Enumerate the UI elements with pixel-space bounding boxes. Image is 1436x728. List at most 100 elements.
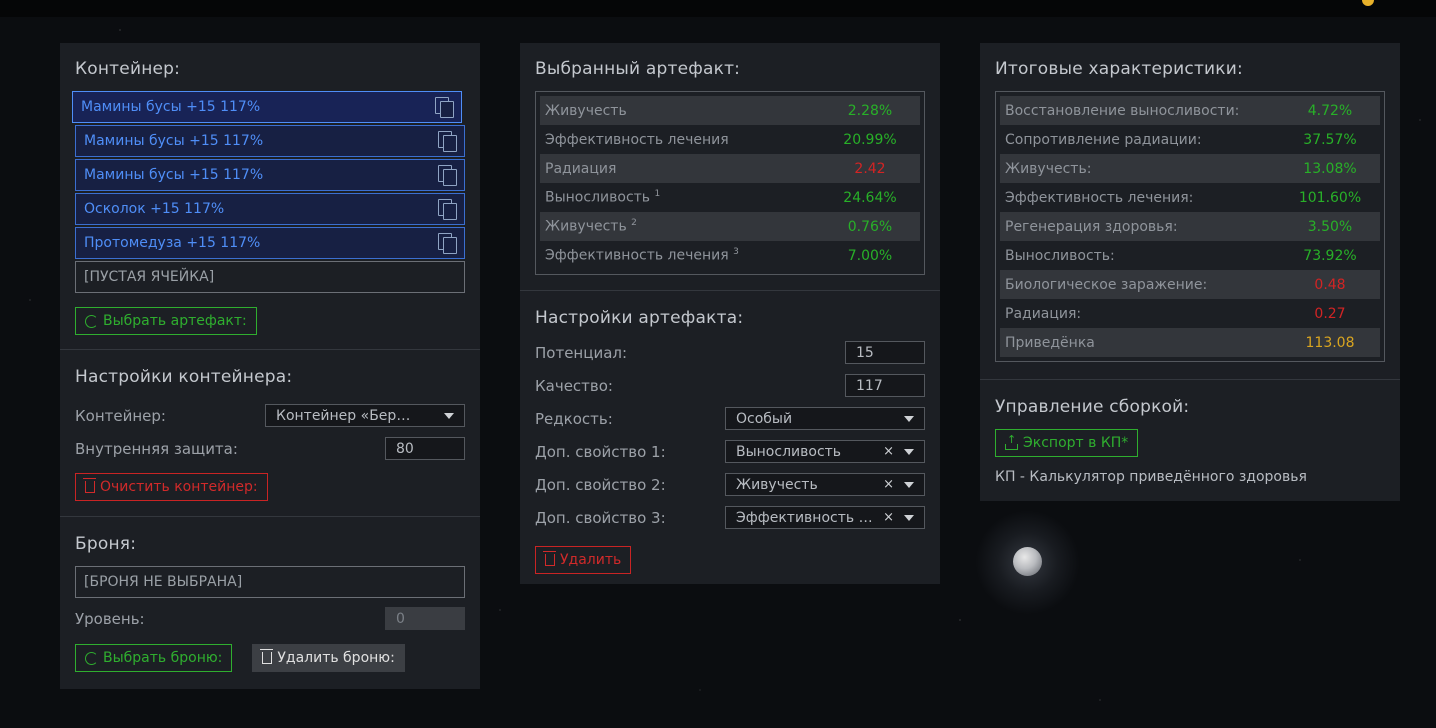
trash-icon — [543, 551, 556, 566]
armor-level-input: 0 — [385, 607, 465, 630]
prop2-label: Доп. свойство 2: — [535, 475, 666, 494]
artifact-settings-title: Настройки артефакта: — [535, 308, 744, 328]
container-settings-section: Настройки контейнера: Контейнер: Контейн… — [60, 350, 480, 517]
artifact-settings-section: Настройки артефакта: Потенциал: 15 Качес… — [520, 291, 940, 589]
stat-row: Радиация: 0.27 — [1000, 299, 1380, 328]
potential-row: Потенциал: 15 — [535, 336, 925, 369]
upload-icon — [1005, 433, 1018, 450]
prop3-label: Доп. свойство 3: — [535, 508, 666, 527]
container-label: Контейнер: — [75, 406, 166, 425]
build-note: КП - Калькулятор приведённого здоровья — [995, 469, 1307, 485]
chevron-down-icon — [904, 514, 914, 521]
stat-name: Живучесть — [545, 102, 627, 119]
protection-row: Внутренняя защита: 80 — [75, 432, 465, 465]
clear-icon[interactable]: × — [883, 510, 894, 525]
empty-slot[interactable]: [ПУСТАЯ ЯЧЕЙКА] — [75, 261, 465, 293]
copy-icon[interactable] — [438, 165, 457, 186]
rarity-row: Редкость: Особый — [535, 402, 925, 435]
rarity-select[interactable]: Особый — [725, 407, 925, 430]
clear-icon[interactable]: × — [883, 444, 894, 459]
prop2-row: Доп. свойство 2: Живучесть × — [535, 468, 925, 501]
right-panel: Итоговые характеристики: Восстановление … — [980, 43, 1400, 501]
clear-container-label: Очистить контейнер: — [100, 479, 258, 495]
stat-value: 113.08 — [1305, 334, 1355, 351]
stat-name: Выносливость — [545, 189, 651, 206]
delete-artifact-button[interactable]: Удалить — [535, 546, 632, 574]
clear-container-button[interactable]: Очистить контейнер: — [75, 473, 268, 501]
totals-title: Итоговые характеристики: — [995, 59, 1243, 79]
stat-row: Приведёнка 113.08 — [1000, 328, 1380, 357]
stat-value: 3.50% — [1307, 218, 1353, 235]
copy-icon[interactable] — [438, 199, 457, 220]
protection-label: Внутренняя защита: — [75, 439, 238, 458]
stat-name: Радиация — [545, 160, 617, 177]
stat-row: Эффективность лечения: 101.60% — [1000, 183, 1380, 212]
stat-value: 7.00% — [847, 247, 893, 264]
container-select-value: Контейнер «Берлога... — [276, 407, 416, 424]
potential-label: Потенциал: — [535, 343, 628, 362]
stat-value: 2.28% — [847, 102, 893, 119]
copy-icon[interactable] — [438, 233, 457, 254]
stat-name: Эффективность лечения: — [1005, 189, 1194, 206]
user-indicator[interactable] — [1362, 0, 1374, 6]
container-slot[interactable]: Осколок +15 117% — [75, 193, 465, 225]
armor-slot[interactable]: [БРОНЯ НЕ ВЫБРАНА] — [75, 566, 465, 598]
container-slot[interactable]: Мамины бусы +15 117% — [75, 159, 465, 191]
stat-value: 73.92% — [1303, 247, 1357, 264]
stat-value: 0.76% — [847, 218, 893, 235]
slot-label: Осколок +15 117% — [84, 201, 225, 217]
select-armor-label: Выбрать броню: — [103, 650, 223, 666]
prop3-row: Доп. свойство 3: Эффективность ле... × — [535, 501, 925, 534]
container-slot[interactable]: Мамины бусы +15 117% — [72, 91, 462, 123]
container-slot[interactable]: Мамины бусы +15 117% — [75, 125, 465, 157]
prop1-select[interactable]: Выносливость × — [725, 440, 925, 463]
slot-label: Мамины бусы +15 117% — [84, 167, 264, 183]
stat-value: 37.57% — [1303, 131, 1357, 148]
stat-name: Восстановление выносливости: — [1005, 102, 1240, 119]
left-panel: Контейнер: Мамины бусы +15 117% Мамины б… — [60, 43, 480, 689]
rarity-select-value: Особый — [736, 410, 793, 427]
artifact-stats-table: Живучесть 2.28% Эффективность лечения 20… — [535, 91, 925, 275]
armor-level-label: Уровень: — [75, 609, 145, 628]
potential-input[interactable]: 15 — [845, 341, 925, 364]
stat-row: Эффективность лечения 20.99% — [540, 125, 920, 154]
stat-row: Живучесть: 13.08% — [1000, 154, 1380, 183]
slot-label: Мамины бусы +15 117% — [84, 133, 264, 149]
armor-title: Броня: — [75, 534, 137, 554]
remove-armor-button[interactable]: Удалить броню: — [252, 644, 405, 672]
moon-image — [1013, 547, 1042, 576]
select-artifact-label: Выбрать артефакт: — [103, 313, 247, 329]
stat-value: 2.42 — [854, 160, 886, 177]
clear-icon[interactable]: × — [883, 477, 894, 492]
prop2-select[interactable]: Живучесть × — [725, 473, 925, 496]
stat-row: Биологическое заражение: 0.48 — [1000, 270, 1380, 299]
prop1-row: Доп. свойство 1: Выносливость × — [535, 435, 925, 468]
stat-value: 0.48 — [1314, 276, 1346, 293]
chevron-down-icon — [904, 448, 914, 455]
quality-input[interactable]: 117 — [845, 374, 925, 397]
stat-footnote: 1 — [654, 189, 661, 200]
prop3-select-value: Эффективность ле... — [736, 509, 876, 526]
container-slot[interactable]: Протомедуза +15 117% — [75, 227, 465, 259]
copy-icon[interactable] — [438, 131, 457, 152]
copy-icon[interactable] — [435, 97, 454, 118]
slot-label: Протомедуза +15 117% — [84, 235, 261, 251]
select-artifact-button[interactable]: Выбрать артефакт: — [75, 307, 257, 335]
totals-section: Итоговые характеристики: Восстановление … — [980, 43, 1400, 380]
stat-name: Живучесть: — [1005, 160, 1092, 177]
prop3-select[interactable]: Эффективность ле... × — [725, 506, 925, 529]
export-button[interactable]: Экспорт в КП* — [995, 429, 1139, 457]
container-settings-title: Настройки контейнера: — [75, 367, 293, 387]
stat-name: Сопротивление радиации: — [1005, 131, 1202, 148]
chevron-down-icon — [444, 412, 454, 419]
middle-panel: Выбранный артефакт: Живучесть 2.28% Эффе… — [520, 43, 940, 584]
stat-row: Радиация 2.42 — [540, 154, 920, 183]
protection-input[interactable]: 80 — [385, 437, 465, 460]
container-select[interactable]: Контейнер «Берлога... — [265, 404, 465, 427]
trash-icon — [83, 478, 96, 493]
armor-slot-label: [БРОНЯ НЕ ВЫБРАНА] — [84, 574, 243, 590]
stat-name: Эффективность лечения — [545, 131, 729, 148]
select-armor-button[interactable]: Выбрать броню: — [75, 644, 233, 672]
stat-footnote: 3 — [733, 247, 739, 258]
empty-slot-label: [ПУСТАЯ ЯЧЕЙКА] — [84, 269, 215, 285]
